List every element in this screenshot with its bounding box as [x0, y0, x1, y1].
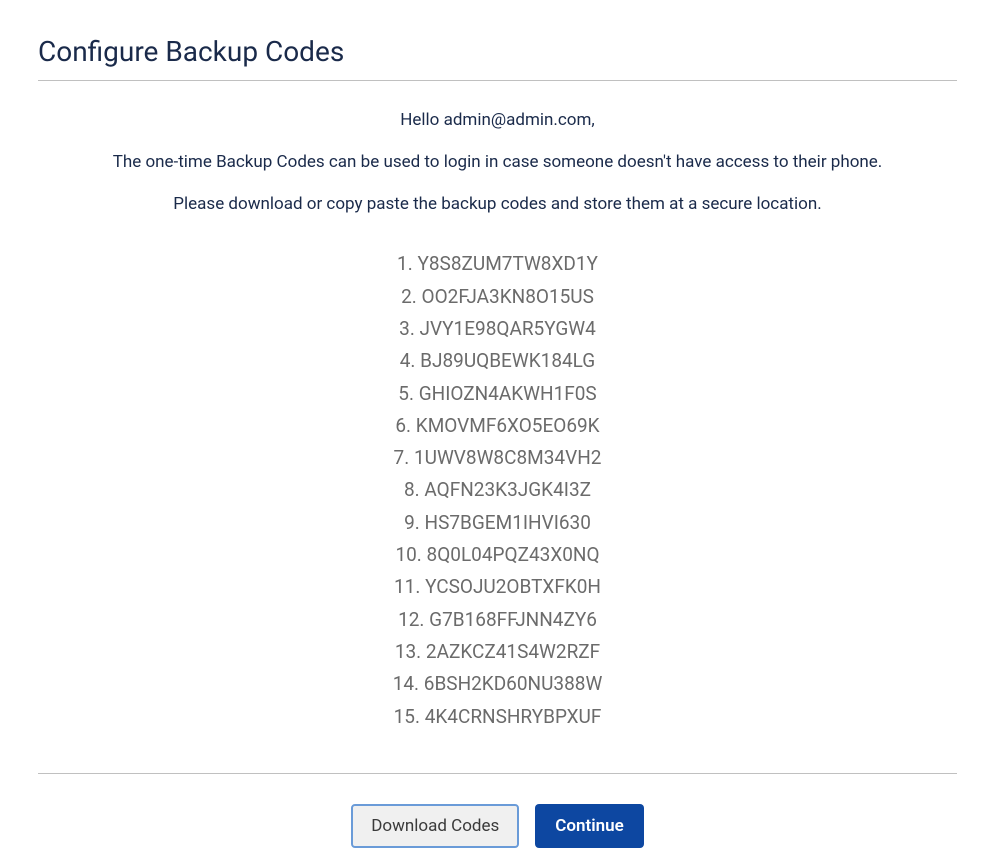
- description-text-2: Please download or copy paste the backup…: [38, 193, 957, 217]
- backup-code-item: 15. 4K4CRNSHRYBPXUF: [38, 701, 957, 733]
- backup-code-item: 3. JVY1E98QAR5YGW4: [38, 313, 957, 345]
- download-codes-button[interactable]: Download Codes: [351, 804, 519, 848]
- backup-code-item: 14. 6BSH2KD60NU388W: [38, 668, 957, 700]
- intro-section: Hello admin@admin.com, The one-time Back…: [38, 109, 957, 216]
- page-title: Configure Backup Codes: [38, 35, 957, 68]
- button-row: Download Codes Continue: [38, 804, 957, 848]
- backup-code-item: 4. BJ89UQBEWK184LG: [38, 345, 957, 377]
- description-text-1: The one-time Backup Codes can be used to…: [38, 151, 957, 175]
- backup-code-item: 6. KMOVMF6XO5EO69K: [38, 410, 957, 442]
- backup-code-item: 9. HS7BGEM1IHVI630: [38, 507, 957, 539]
- continue-button[interactable]: Continue: [535, 804, 644, 848]
- backup-code-item: 13. 2AZKCZ41S4W2RZF: [38, 636, 957, 668]
- bottom-divider: [38, 773, 957, 774]
- title-divider: [38, 80, 957, 81]
- backup-code-item: 8. AQFN23K3JGK4I3Z: [38, 474, 957, 506]
- backup-code-item: 7. 1UWV8W8C8M34VH2: [38, 442, 957, 474]
- greeting-text: Hello admin@admin.com,: [38, 109, 957, 133]
- backup-code-item: 5. GHIOZN4AKWH1F0S: [38, 378, 957, 410]
- backup-code-item: 11. YCSOJU2OBTXFK0H: [38, 571, 957, 603]
- backup-code-item: 12. G7B168FFJNN4ZY6: [38, 604, 957, 636]
- backup-codes-list: 1. Y8S8ZUM7TW8XD1Y2. OO2FJA3KN8O15US3. J…: [38, 248, 957, 732]
- backup-code-item: 10. 8Q0L04PQZ43X0NQ: [38, 539, 957, 571]
- backup-code-item: 1. Y8S8ZUM7TW8XD1Y: [38, 248, 957, 280]
- backup-code-item: 2. OO2FJA3KN8O15US: [38, 281, 957, 313]
